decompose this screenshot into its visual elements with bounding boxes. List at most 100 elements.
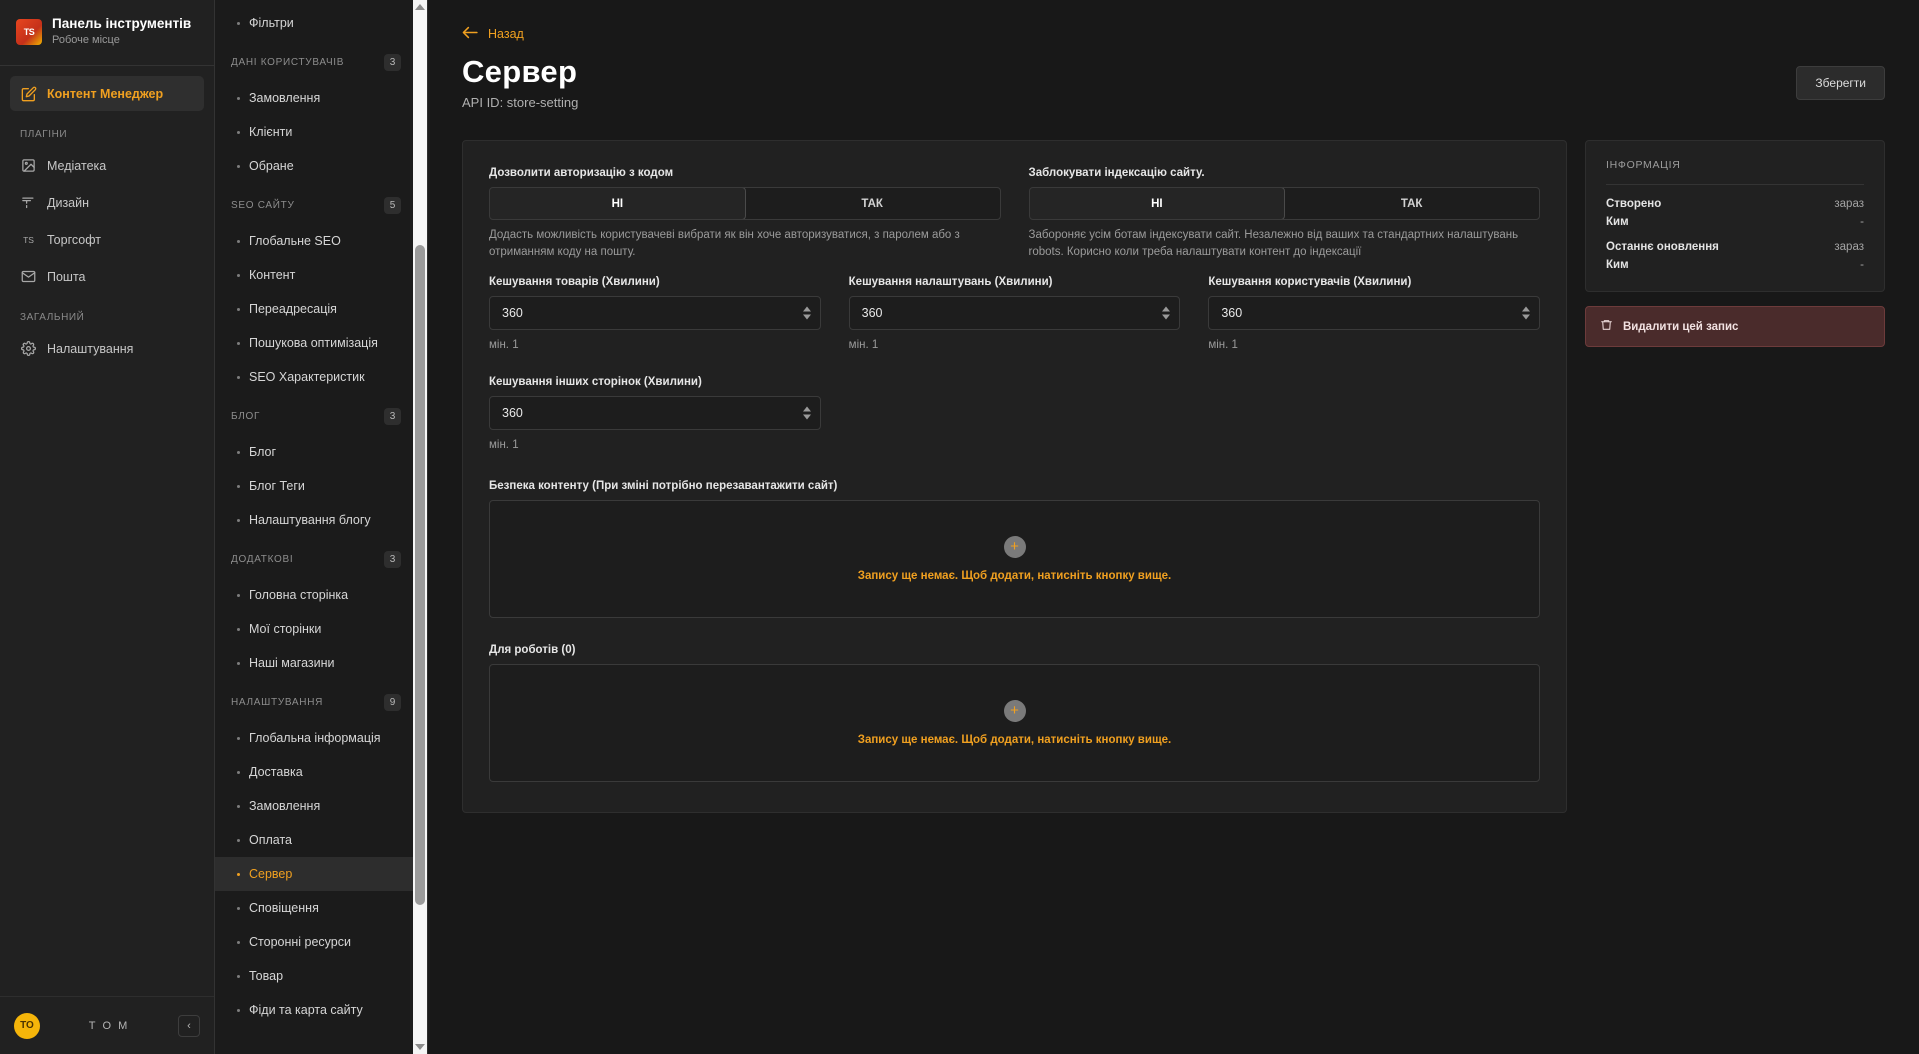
- stepper-icon[interactable]: [802, 306, 811, 320]
- sec-item-third-party-resources[interactable]: Сторонні ресурси: [215, 925, 417, 959]
- bullet-icon: [237, 627, 240, 631]
- field-label: Кешування налаштувань (Хвилини): [848, 276, 1053, 289]
- field-label: Кешування інших сторінок (Хвилини): [489, 376, 702, 389]
- avatar[interactable]: ТО: [14, 1012, 40, 1039]
- scrollbar-thumb[interactable]: [415, 245, 425, 905]
- field-help: мін. 1: [848, 339, 879, 352]
- sec-item-feeds-sitemap[interactable]: Фіди та карта сайту: [215, 993, 417, 1027]
- sec-item-blog[interactable]: Блог: [215, 435, 417, 469]
- info-row: Останнє оновлення зараз: [1606, 241, 1864, 253]
- delete-record-button[interactable]: Видалити цей запис: [1585, 306, 1885, 347]
- info-value: -: [1860, 216, 1864, 228]
- info-heading: ІНФОРМАЦІЯ: [1606, 159, 1864, 185]
- bullet-icon: [237, 450, 240, 454]
- sec-item-blog-settings[interactable]: Налаштування блогу: [215, 503, 417, 537]
- sidebar-item-design[interactable]: Дизайн: [10, 185, 204, 220]
- sec-item-filters[interactable]: Фільтри: [215, 6, 417, 40]
- sec-item-seo-characteristics[interactable]: SEO Характеристик: [215, 360, 417, 394]
- brand[interactable]: TS Панель інструментів Робоче місце: [0, 0, 214, 66]
- sec-item-payment[interactable]: Оплата: [215, 823, 417, 857]
- field-allow-code-auth: Дозволити авторизацію з кодом НІ ТАК Дод…: [489, 167, 1001, 260]
- cache-fields-grid: Кешування товарів (Хвилини) мін. 1 Кешув…: [489, 276, 1540, 453]
- save-button[interactable]: Зберегти: [1796, 66, 1885, 100]
- sec-section-badge: 5: [384, 197, 401, 214]
- field-help: мін. 1: [489, 339, 519, 352]
- stepper-icon[interactable]: [802, 406, 811, 420]
- cache-products-input[interactable]: [489, 296, 821, 331]
- page-title-block: Сервер API ID: store-setting: [462, 54, 578, 110]
- brand-title: Панель інструментів: [52, 16, 192, 32]
- sidebar-footer: ТО Т О М ‹: [0, 996, 214, 1054]
- plus-icon[interactable]: +: [1003, 699, 1026, 722]
- primary-nav: Контент Менеджер ПЛАГІНИ Медіатека Дизай…: [0, 66, 214, 996]
- sec-item-blog-tags[interactable]: Блог Теги: [215, 469, 417, 503]
- sec-section-additional: ДОДАТКОВІ 3: [215, 537, 417, 578]
- bullet-icon: [237, 375, 240, 379]
- toggle-option-yes[interactable]: ТАК: [1284, 188, 1539, 219]
- sec-item-redirects[interactable]: Переадресація: [215, 292, 417, 326]
- sec-item-label: Блог Теги: [249, 479, 305, 493]
- cache-users-input[interactable]: [1208, 296, 1540, 331]
- sec-item-global-info[interactable]: Глобальна інформація: [215, 721, 417, 755]
- sidebar-item-mail[interactable]: Пошта: [10, 259, 204, 294]
- user-name: Т О М: [88, 1019, 130, 1032]
- info-row: Створено зараз: [1606, 198, 1864, 210]
- sec-section-badge: 9: [384, 694, 401, 711]
- secondary-nav-scrollbar[interactable]: [413, 0, 427, 1054]
- field-block-indexing: Заблокувати індексацію сайту. НІ ТАК Заб…: [1028, 167, 1540, 260]
- content-row: Дозволити авторизацію з кодом НІ ТАК Дод…: [462, 140, 1885, 813]
- stepper-icon[interactable]: [1521, 306, 1530, 320]
- sec-item-delivery[interactable]: Доставка: [215, 755, 417, 789]
- cache-settings-input[interactable]: [848, 296, 1181, 331]
- field-label: Безпека контенту (При зміні потрібно пер…: [489, 479, 838, 492]
- sec-item-favorites[interactable]: Обране: [215, 149, 417, 183]
- sec-item-product[interactable]: Товар: [215, 959, 417, 993]
- sidebar-item-torgsoft[interactable]: TS Торгсофт: [10, 222, 204, 257]
- bullet-icon: [237, 96, 240, 100]
- sec-item-label: Замовлення: [249, 91, 321, 105]
- sec-item-orders[interactable]: Замовлення: [215, 81, 417, 115]
- sidebar-item-content-manager[interactable]: Контент Менеджер: [10, 76, 204, 111]
- image-icon: [20, 157, 37, 174]
- sec-item-notifications[interactable]: Сповіщення: [215, 891, 417, 925]
- content-security-empty-box: + Запису ще немає. Щоб додати, натисніть…: [489, 499, 1540, 618]
- sec-item-label: Фіди та карта сайту: [249, 1003, 363, 1017]
- toggle-allow-code-auth[interactable]: НІ ТАК: [489, 187, 1001, 220]
- sidebar-item-settings[interactable]: Налаштування: [10, 331, 204, 366]
- page-title: Сервер: [462, 54, 578, 89]
- bullet-icon: [237, 661, 240, 665]
- sec-item-content[interactable]: Контент: [215, 258, 417, 292]
- sec-item-search-optimization[interactable]: Пошукова оптимізація: [215, 326, 417, 360]
- toggle-option-no[interactable]: НІ: [1029, 188, 1286, 219]
- sidebar-item-media-library[interactable]: Медіатека: [10, 148, 204, 183]
- back-link[interactable]: Назад: [462, 26, 524, 42]
- sec-section-title: ДОДАТКОВІ: [231, 554, 294, 565]
- sec-item-server[interactable]: Сервер: [215, 857, 417, 891]
- scroll-down-arrow-icon[interactable]: [413, 1040, 427, 1054]
- bullet-icon: [237, 736, 240, 740]
- bullet-icon: [237, 872, 240, 876]
- section-for-robots: Для роботів (0) + Запису ще немає. Щоб д…: [489, 644, 1540, 782]
- sec-section-title: НАЛАШТУВАННЯ: [231, 697, 324, 708]
- toggle-block-indexing[interactable]: НІ ТАК: [1028, 187, 1540, 220]
- sec-item-home-page[interactable]: Головна сторінка: [215, 578, 417, 612]
- sec-section-settings: НАЛАШТУВАННЯ 9: [215, 680, 417, 721]
- sec-item-our-stores[interactable]: Наші магазини: [215, 646, 417, 680]
- toggle-option-yes[interactable]: ТАК: [745, 188, 1000, 219]
- sec-section-badge: 3: [384, 551, 401, 568]
- sec-item-label: Контент: [249, 268, 296, 282]
- field-label: Кешування товарів (Хвилини): [489, 276, 660, 289]
- sec-item-clients[interactable]: Клієнти: [215, 115, 417, 149]
- cache-other-pages-input[interactable]: [489, 396, 821, 431]
- sidebar-group-label-general: ЗАГАЛЬНИЙ: [20, 312, 85, 323]
- sec-item-global-seo[interactable]: Глобальне SEO: [215, 224, 417, 258]
- sec-item-my-pages[interactable]: Мої сторінки: [215, 612, 417, 646]
- scroll-up-arrow-icon[interactable]: [413, 0, 427, 14]
- sidebar-item-label: Пошта: [47, 269, 86, 284]
- collapse-sidebar-button[interactable]: ‹: [178, 1014, 200, 1037]
- plus-icon[interactable]: +: [1003, 535, 1026, 558]
- toggle-option-no[interactable]: НІ: [489, 188, 746, 219]
- sec-item-orders-settings[interactable]: Замовлення: [215, 789, 417, 823]
- stepper-icon[interactable]: [1162, 306, 1171, 320]
- app-logo-text: TS: [23, 26, 35, 37]
